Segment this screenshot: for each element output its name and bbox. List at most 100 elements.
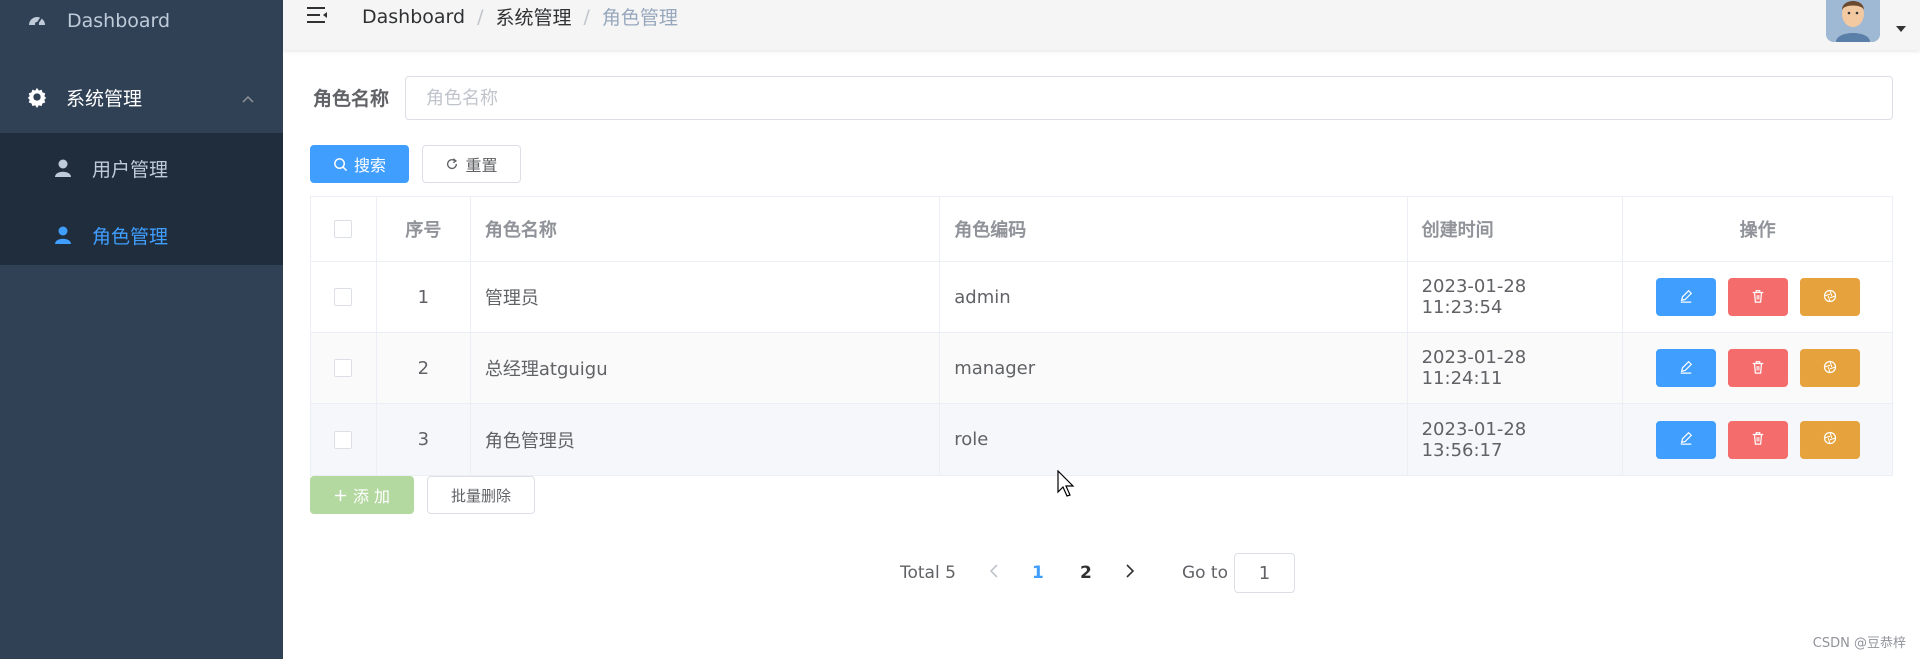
header-role-name: 角色名称 (471, 197, 941, 261)
row-index: 1 (377, 262, 471, 332)
assign-permission-button[interactable] (1799, 349, 1860, 387)
sidebar-submenu: 用户管理 角色管理 (0, 133, 283, 265)
table-header: 序号 角色名称 角色编码 创建时间 操作 (311, 197, 1892, 262)
reset-button-label: 重置 (465, 156, 498, 175)
goto-label: Go to (1181, 563, 1228, 583)
breadcrumb-separator: / (583, 5, 590, 28)
row-operations (1623, 262, 1892, 332)
roles-table: 序号 角色名称 角色编码 创建时间 操作 1 管理员 admin 2023-01… (310, 196, 1893, 476)
search-icon (333, 157, 348, 172)
sidebar-item-label: 系统管理 (66, 87, 143, 110)
mouse-cursor-icon (1057, 469, 1077, 502)
trash-icon (1751, 429, 1765, 450)
prev-page-button[interactable] (974, 557, 1014, 589)
role-name-label: 角色名称 (313, 88, 390, 110)
delete-button[interactable] (1727, 420, 1788, 459)
plus-icon (334, 489, 347, 502)
chevron-left-icon (989, 563, 999, 583)
avatar[interactable] (1826, 0, 1880, 42)
row-role-code: admin (940, 262, 1408, 332)
sidebar-item-label: 用户管理 (92, 158, 169, 181)
table-row: 1 管理员 admin 2023-01-28 11:23:54 (311, 262, 1892, 333)
goto-group: Go to (1182, 553, 1295, 593)
refresh-icon (445, 157, 459, 171)
breadcrumb-item-current: 角色管理 (601, 7, 678, 29)
row-index: 2 (377, 333, 471, 403)
row-created-time: 2023-01-28 13:56:17 (1408, 404, 1624, 475)
assign-permission-button[interactable] (1799, 420, 1860, 459)
row-created-time: 2023-01-28 11:23:54 (1408, 262, 1624, 332)
watermark: CSDN @豆恭梓 (1812, 636, 1906, 651)
row-role-name: 总经理atguigu (471, 333, 941, 403)
assign-permission-button[interactable] (1799, 278, 1860, 316)
caret-down-icon[interactable] (1896, 26, 1906, 32)
add-button-label: 添 加 (352, 487, 391, 506)
delete-button[interactable] (1727, 278, 1788, 316)
role-name-input[interactable] (405, 76, 1893, 120)
row-role-name: 管理员 (471, 262, 941, 332)
aperture-icon (1823, 358, 1837, 379)
row-operations (1623, 333, 1892, 403)
row-checkbox-cell (311, 404, 377, 475)
header-operations: 操作 (1739, 220, 1776, 241)
row-checkbox-cell (311, 333, 377, 403)
hamburger-icon[interactable] (305, 4, 331, 30)
sidebar-item-system[interactable]: 系统管理 (0, 70, 283, 124)
row-index: 3 (377, 404, 471, 475)
dashboard-icon (24, 8, 50, 34)
header-created-time: 创建时间 (1408, 197, 1624, 261)
select-all-checkbox[interactable] (334, 220, 353, 238)
sidebar-item-role-management[interactable]: 角色管理 (0, 202, 283, 268)
aperture-icon (1823, 429, 1837, 450)
row-operations (1623, 404, 1892, 475)
edit-button[interactable] (1655, 278, 1716, 316)
breadcrumb-item-dashboard[interactable]: Dashboard (362, 6, 465, 28)
header-role-code: 角色编码 (940, 197, 1408, 261)
search-button-label: 搜索 (353, 156, 386, 175)
batch-delete-button[interactable]: 批量删除 (427, 476, 535, 514)
sidebar-item-label: Dashboard (67, 10, 171, 32)
row-checkbox[interactable] (334, 359, 353, 377)
search-button[interactable]: 搜索 (310, 145, 409, 183)
row-created-time: 2023-01-28 11:24:11 (1408, 333, 1624, 403)
breadcrumb-separator: / (477, 5, 484, 28)
sidebar-item-label: 角色管理 (92, 225, 169, 248)
edit-button[interactable] (1655, 349, 1716, 387)
next-page-button[interactable] (1110, 557, 1150, 589)
pagination-total: Total 5 (900, 563, 956, 583)
goto-page-input[interactable] (1233, 553, 1295, 593)
gear-icon (24, 84, 50, 110)
pagination: Total 5 1 2 Go to (900, 553, 1295, 593)
navbar: Dashboard / 系统管理 / 角色管理 (283, 0, 1920, 50)
user-icon (50, 222, 76, 248)
trash-icon (1751, 358, 1765, 379)
breadcrumb-item-system[interactable]: 系统管理 (496, 3, 572, 30)
row-role-code: manager (940, 333, 1408, 403)
page-1-button[interactable]: 1 (1014, 557, 1062, 589)
user-icon (50, 155, 76, 181)
header-index: 序号 (377, 197, 471, 261)
delete-button[interactable] (1727, 349, 1788, 387)
reset-button[interactable]: 重置 (422, 145, 521, 183)
row-checkbox-cell (311, 262, 377, 332)
add-button[interactable]: 添 加 (310, 476, 414, 514)
row-role-code: role (940, 404, 1408, 475)
row-checkbox[interactable] (334, 288, 353, 306)
aperture-icon (1823, 287, 1837, 308)
sidebar-item-dashboard[interactable]: Dashboard (0, 0, 283, 42)
row-checkbox[interactable] (334, 430, 353, 449)
sidebar-item-user-management[interactable]: 用户管理 (0, 135, 283, 201)
edit-icon (1679, 358, 1693, 379)
edit-icon (1679, 287, 1693, 308)
page-2-button[interactable]: 2 (1062, 557, 1110, 589)
table-row: 2 总经理atguigu manager 2023-01-28 11:24:11 (311, 333, 1892, 404)
sidebar: Dashboard 系统管理 用户管理 角色管理 (0, 0, 283, 659)
edit-icon (1679, 429, 1693, 450)
chevron-right-icon (1125, 563, 1135, 583)
header-checkbox-cell (311, 197, 377, 261)
chevron-up-icon (241, 87, 255, 109)
trash-icon (1751, 287, 1765, 308)
breadcrumb: Dashboard / 系统管理 / 角色管理 (362, 3, 678, 30)
table-row: 3 角色管理员 role 2023-01-28 13:56:17 (311, 404, 1892, 475)
edit-button[interactable] (1655, 420, 1716, 459)
